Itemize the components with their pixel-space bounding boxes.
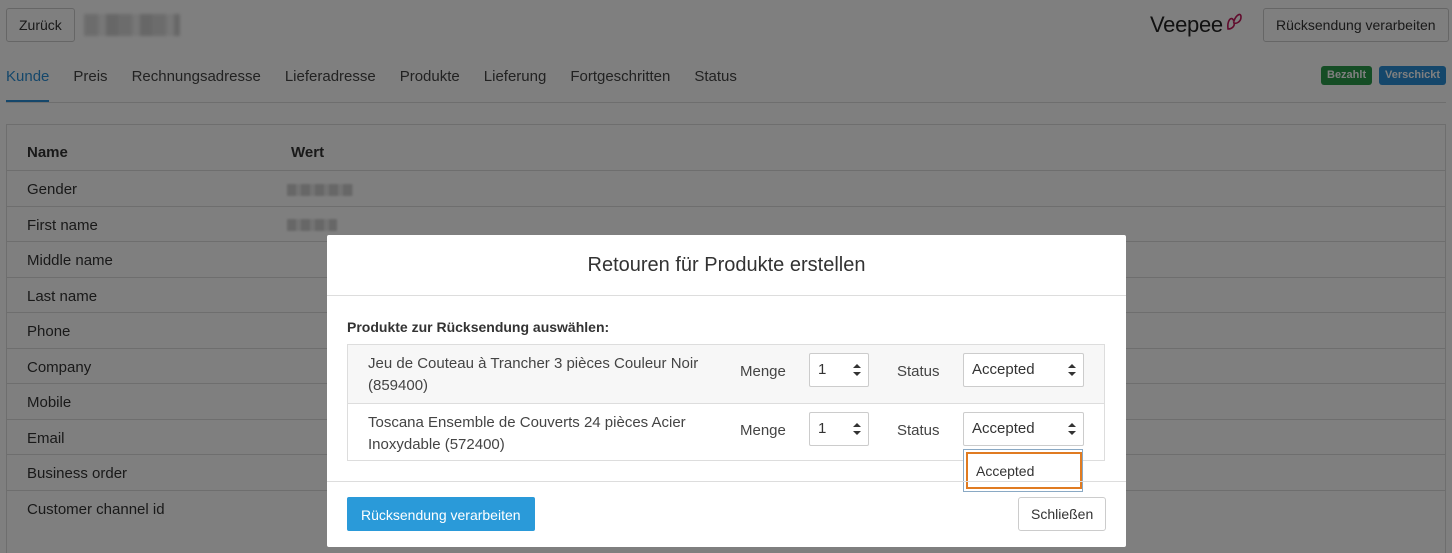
product-list: Jeu de Couteau à Trancher 3 pièces Coule… [347,344,1105,461]
quantity-label: Menge [740,363,786,380]
quantity-value: 1 [818,420,827,437]
status-label: Status [897,422,940,439]
quantity-stepper[interactable]: 1 [809,353,869,387]
product-name: Jeu de Couteau à Trancher 3 pièces Coule… [368,355,699,394]
status-dropdown: Accepted [963,449,1083,492]
dropdown-option-accepted[interactable]: Accepted [966,452,1082,489]
select-arrows-icon [1068,423,1076,435]
section-label: Produkte zur Rücksendung auswählen: [347,319,610,335]
status-label: Status [897,363,940,380]
quantity-value: 1 [818,361,827,378]
spinner-arrows-icon [853,364,861,376]
product-name: Toscana Ensemble de Couverts 24 pièces A… [368,414,686,453]
modal-title: Retouren für Produkte erstellen [327,235,1126,296]
quantity-label: Menge [740,422,786,439]
status-select[interactable]: Accepted [963,353,1084,387]
return-modal: Retouren für Produkte erstellen Produkte… [327,235,1126,547]
submit-return-button[interactable]: Rücksendung verarbeiten [347,497,535,531]
quantity-stepper[interactable]: 1 [809,412,869,446]
status-select[interactable]: Accepted [963,412,1084,446]
product-row: Jeu de Couteau à Trancher 3 pièces Coule… [348,345,1104,403]
modal-footer-divider [327,481,1126,482]
status-select-value: Accepted [972,420,1035,437]
spinner-arrows-icon [853,423,861,435]
close-button[interactable]: Schließen [1018,497,1107,531]
status-select-value: Accepted [972,361,1035,378]
select-arrows-icon [1068,364,1076,376]
